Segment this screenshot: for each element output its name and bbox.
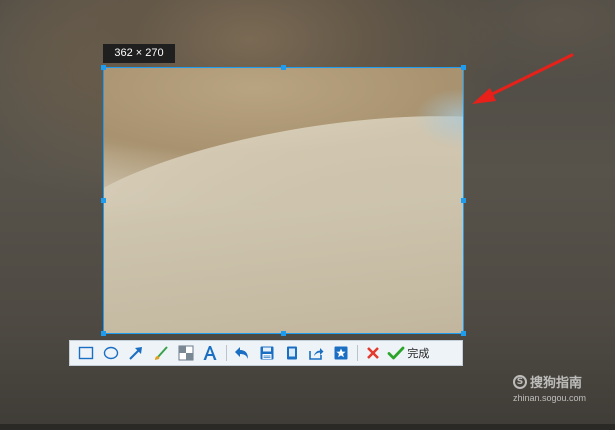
resize-handle-bottom[interactable] xyxy=(281,331,286,336)
toolbar-separator xyxy=(225,345,227,361)
rectangle-icon xyxy=(79,346,94,360)
resize-handle-bottom-left[interactable] xyxy=(101,331,106,336)
cancel-tool[interactable] xyxy=(363,343,383,363)
resize-handle-top[interactable] xyxy=(281,65,286,70)
done-button[interactable]: 完成 xyxy=(387,345,429,361)
capture-selection-area[interactable] xyxy=(103,67,464,334)
pin-icon xyxy=(334,346,348,360)
copy-tool[interactable] xyxy=(282,343,302,363)
save-tool[interactable] xyxy=(257,343,277,363)
resize-handle-top-left[interactable] xyxy=(101,65,106,70)
watermark-brand-text: 搜狗指南 xyxy=(530,376,583,391)
arrow-tool[interactable] xyxy=(126,343,146,363)
resize-handle-left[interactable] xyxy=(101,198,106,203)
undo-icon xyxy=(235,347,249,359)
sand-dune xyxy=(104,86,463,333)
done-label: 完成 xyxy=(407,347,430,360)
brush-icon xyxy=(154,346,168,360)
capture-toolbar: 完成 xyxy=(69,340,463,366)
ellipse-icon xyxy=(103,346,119,360)
resize-handle-right[interactable] xyxy=(461,198,466,203)
mosaic-icon xyxy=(178,345,194,361)
toolbar-separator xyxy=(356,345,358,361)
pin-tool[interactable] xyxy=(331,343,351,363)
text-tool[interactable] xyxy=(200,343,220,363)
watermark: S 搜狗指南 zhinan.sogou.com xyxy=(513,372,586,403)
watermark-brand: S 搜狗指南 xyxy=(513,372,586,391)
bottom-edge xyxy=(0,424,615,430)
share-icon xyxy=(309,348,324,360)
ellipse-tool[interactable] xyxy=(101,343,121,363)
undo-tool[interactable] xyxy=(232,343,252,363)
watermark-url: zhinan.sogou.com xyxy=(513,393,587,403)
mosaic-tool[interactable] xyxy=(176,343,196,363)
resize-handle-top-right[interactable] xyxy=(461,65,466,70)
text-icon xyxy=(203,346,217,360)
resize-handle-bottom-right[interactable] xyxy=(461,331,466,336)
light-glow xyxy=(414,88,463,148)
share-tool[interactable] xyxy=(306,343,326,363)
checkmark-icon xyxy=(387,346,405,360)
arrow-icon xyxy=(129,347,142,360)
selection-size-label: 362 × 270 xyxy=(103,44,175,63)
rectangle-tool[interactable] xyxy=(76,343,96,363)
copy-icon xyxy=(286,346,297,360)
close-icon xyxy=(367,347,379,359)
save-icon xyxy=(260,346,274,360)
sogou-logo-icon: S xyxy=(513,374,527,389)
brush-tool[interactable] xyxy=(151,343,171,363)
